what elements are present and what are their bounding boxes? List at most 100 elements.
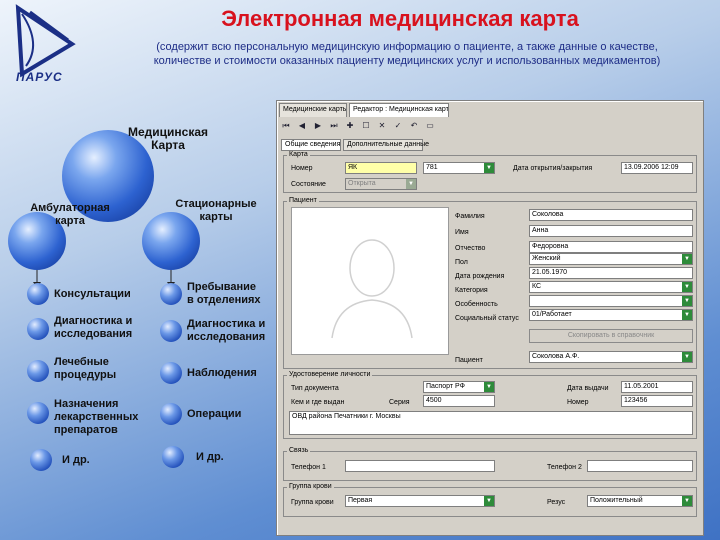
bullet-ball — [27, 360, 49, 382]
doc-type-value: Паспорт РФ — [426, 383, 465, 390]
patient-field-label: Социальный статус — [455, 315, 519, 322]
issued-by-textarea[interactable]: ОВД района Печатники г. Москвы — [289, 411, 693, 435]
inpatient-item-2-line-2: исследования — [187, 331, 266, 343]
ambulatory-item-4-line-3: препаратов — [54, 424, 118, 436]
inpatient-item-3-line-1: Наблюдения — [187, 367, 257, 379]
doc-type-label: Тип документа — [291, 385, 339, 392]
doc-number-field[interactable]: 123456 — [621, 395, 693, 407]
card-state-field[interactable]: Открыта ▼ — [345, 178, 417, 190]
card-number-field[interactable]: 781 ▼ — [423, 162, 495, 174]
tab-medical-cards[interactable]: Медицинские карты — [279, 103, 347, 117]
phone2-label: Телефон 2 — [547, 464, 582, 471]
tab-record-editor[interactable]: Редактор : Медицинская карта — [349, 103, 449, 117]
add-record-icon[interactable]: ✚ — [345, 121, 355, 135]
ambulatory-item-4-line-1: Назначения — [54, 398, 119, 410]
issued-by-label: Кем и где выдан — [291, 399, 345, 406]
inpatient-item-3: Наблюдения — [187, 367, 257, 380]
ambulatory-item-2-line-1: Диагностика и — [54, 315, 133, 327]
card-group-label: Карта — [287, 151, 310, 158]
tab-general-info[interactable]: Общие сведения — [281, 139, 341, 151]
inpatient-item-1-line-1: Пребывание — [187, 281, 257, 293]
inpatient-item-4: Операции — [187, 408, 241, 421]
inpatient-item-1-line-2: в отделениях — [187, 294, 261, 306]
dropdown-icon[interactable]: ▼ — [682, 296, 692, 306]
ambulatory-item-1-line-1: Консультации — [54, 288, 131, 300]
patient-field-feature[interactable]: ▼ — [529, 295, 693, 307]
bullet-ball — [160, 403, 182, 425]
series-field[interactable]: 4500 — [423, 395, 495, 407]
bullet-ball — [160, 283, 182, 305]
doc-type-field[interactable]: Паспорт РФ ▼ — [423, 381, 495, 393]
open-date-field[interactable]: 13.09.2006 12:09 — [621, 162, 693, 174]
ambulatory-item-1: Консультации — [54, 288, 131, 301]
patient-field-label: Пациент — [455, 357, 483, 364]
prev-record-icon[interactable]: ◀ — [297, 121, 307, 135]
patient-field-surname[interactable]: Соколова — [529, 209, 693, 221]
inpatient-item-2: Диагностика и исследования — [187, 318, 265, 344]
save-record-icon[interactable]: ✓ — [393, 121, 403, 135]
patient-field-label: Дата рождения — [455, 273, 505, 280]
patient-field-short-name[interactable]: Соколова А.Ф. ▼ — [529, 351, 693, 363]
patient-field-label: Фамилия — [455, 213, 485, 220]
root-label: Медицинская Карта — [108, 126, 228, 152]
patient-category-value: КС — [532, 283, 542, 290]
copy-to-directory-button[interactable]: Скопировать в справочник — [529, 329, 693, 343]
bullet-ball — [27, 283, 49, 305]
dropdown-icon[interactable]: ▼ — [682, 310, 692, 320]
dropdown-icon[interactable]: ▼ — [484, 496, 494, 506]
rh-field[interactable]: Положительный ▼ — [587, 495, 693, 507]
dropdown-icon[interactable]: ▼ — [682, 254, 692, 264]
inpatient-item-1: Пребывание в отделениях — [187, 281, 261, 307]
patient-field-name[interactable]: Анна — [529, 225, 693, 237]
window-icon[interactable]: ▭ — [425, 121, 435, 135]
patient-photo[interactable] — [291, 207, 449, 355]
card-state-value: Открыта — [348, 180, 376, 187]
inpatient-label-line-2: карты — [199, 211, 233, 223]
ambulatory-label-line-2: карта — [55, 215, 85, 227]
doc-number-label: Номер — [567, 399, 589, 406]
bullet-ball — [162, 446, 184, 468]
bullet-ball — [27, 318, 49, 340]
identity-group-label: Удостоверение личности — [287, 371, 373, 378]
card-number-label: Номер — [291, 165, 313, 172]
card-prefix-field[interactable]: ЯК — [345, 162, 417, 174]
ambulatory-item-3-line-2: процедуры — [54, 369, 117, 381]
delete-record-icon[interactable]: ✕ — [377, 121, 387, 135]
patient-field-patronymic[interactable]: Федоровна — [529, 241, 693, 253]
patient-sex-value: Женский — [532, 255, 561, 262]
inpatient-item-4-line-1: Операции — [187, 408, 242, 420]
inpatient-item-5: И др. — [196, 451, 224, 464]
dropdown-icon[interactable]: ▼ — [484, 382, 494, 392]
patient-field-birthdate[interactable]: 21.05.1970 — [529, 267, 693, 279]
patient-short-name-value: Соколова А.Ф. — [532, 353, 580, 360]
avatar-silhouette-icon — [331, 239, 413, 339]
ambulatory-item-3-line-1: Лечебные — [54, 356, 109, 368]
patient-field-sex[interactable]: Женский ▼ — [529, 253, 693, 265]
phone2-field[interactable] — [587, 460, 693, 472]
copy-record-icon[interactable]: ☐ — [361, 121, 371, 135]
patient-field-category[interactable]: КС ▼ — [529, 281, 693, 293]
patient-field-label: Имя — [455, 229, 469, 236]
tab-additional-data[interactable]: Дополнительные данные — [343, 139, 429, 151]
inpatient-item-5-line-1: И др. — [196, 451, 224, 463]
dropdown-icon[interactable]: ▼ — [682, 282, 692, 292]
phone1-field[interactable] — [345, 460, 495, 472]
rh-label: Резус — [547, 499, 566, 506]
ambulatory-label: Амбулаторная карта — [20, 202, 120, 228]
next-record-icon[interactable]: ▶ — [313, 121, 323, 135]
contacts-group-label: Связь — [287, 447, 311, 454]
ambulatory-item-3: Лечебные процедуры — [54, 356, 116, 382]
undo-icon[interactable]: ↶ — [409, 121, 419, 135]
bullet-ball — [27, 402, 49, 424]
last-record-icon[interactable]: ⏭ — [329, 121, 339, 135]
dropdown-icon[interactable]: ▼ — [406, 179, 416, 189]
issue-date-field[interactable]: 11.05.2001 — [621, 381, 693, 393]
dropdown-icon[interactable]: ▼ — [682, 496, 692, 506]
blood-type-field[interactable]: Первая ▼ — [345, 495, 495, 507]
patient-field-social-status[interactable]: 01/Работает ▼ — [529, 309, 693, 321]
first-record-icon[interactable]: ⏮ — [281, 121, 291, 135]
dropdown-icon[interactable]: ▼ — [682, 352, 692, 362]
issue-date-label: Дата выдачи — [567, 385, 609, 392]
dropdown-icon[interactable]: ▼ — [484, 163, 494, 173]
patient-group-label: Пациент — [287, 197, 319, 204]
